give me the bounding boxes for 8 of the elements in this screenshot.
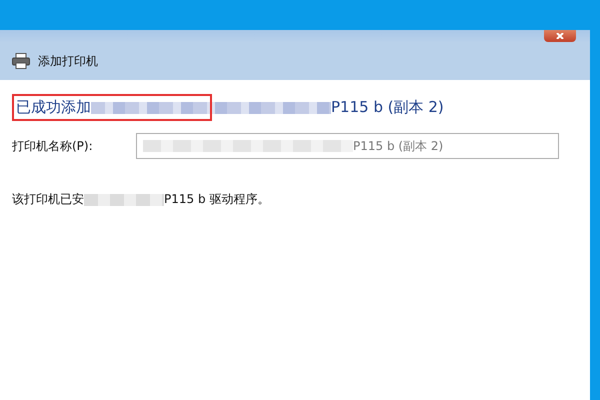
printer-name-label: 打印机名称(P): [12, 138, 94, 154]
printer-name-field[interactable]: P115 b (副本 2) [136, 133, 559, 159]
driver-note: 该打印机已安 P115 b 驱动程序。 [12, 191, 270, 208]
success-heading: 已成功添加 P115 b (副本 2) [15, 97, 445, 118]
printer-icon [12, 53, 30, 69]
close-icon [554, 33, 566, 39]
close-button[interactable] [544, 30, 576, 42]
window-title: 添加打印机 [38, 52, 98, 70]
